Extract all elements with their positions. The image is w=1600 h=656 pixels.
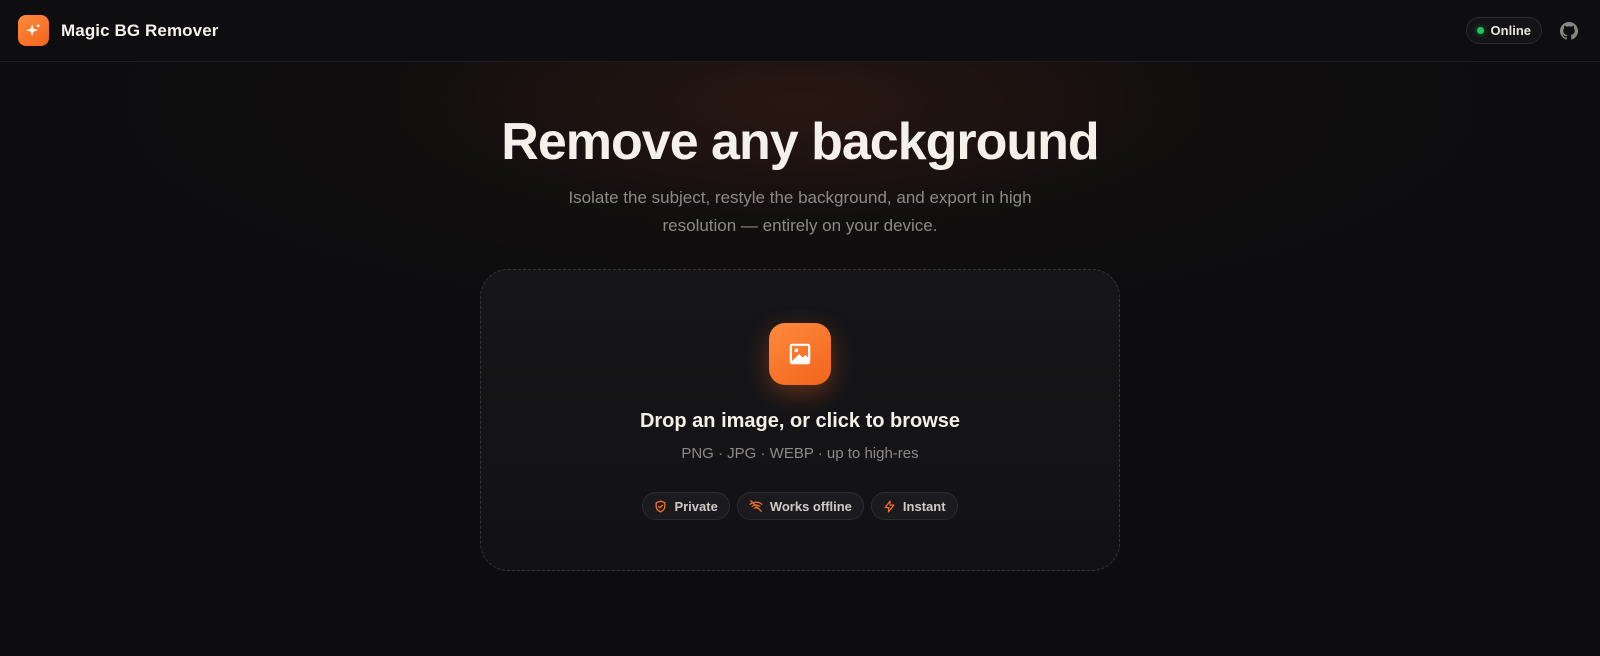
upload-dropzone[interactable]: Drop an image, or click to browse PNG · … [480,269,1120,571]
feature-pill-instant: Instant [870,492,958,520]
brand[interactable]: Magic BG Remover [18,15,218,46]
app-logo [18,15,49,46]
dropzone-title: Drop an image, or click to browse [639,410,961,432]
sparkle-icon [26,23,41,37]
lightning-icon [884,499,895,513]
app-name: Magic BG Remover [61,20,219,40]
app-page: Magic BG Remover Online Remove any backg… [0,0,1600,656]
image-icon [789,343,811,365]
top-bar: Magic BG Remover Online [0,0,1600,62]
feature-label: Instant [902,498,946,514]
shield-check-icon [655,499,666,513]
page-subtitle: Isolate the subject, restyle the backgro… [568,188,1032,235]
feature-pill-private: Private [642,492,730,520]
status-label: Online [1490,23,1531,38]
github-icon [1560,21,1578,40]
page-title: Remove any background [501,113,1099,171]
hero: Remove any background Isolate the subjec… [0,112,1600,240]
github-link[interactable] [1556,18,1582,44]
feature-label: Private [674,498,718,514]
status-badge: Online [1465,17,1542,44]
feature-pill-offline: Works offline [736,492,864,520]
dropzone-hint: PNG · JPG · WEBP · up to high-res [681,445,919,462]
upload-icon-tile [769,323,831,385]
feature-label: Works offline [769,498,852,514]
status-dot [1476,27,1484,34]
wifi-off-icon [749,500,763,512]
feature-pills: Private Works offline Instant [481,492,1119,520]
